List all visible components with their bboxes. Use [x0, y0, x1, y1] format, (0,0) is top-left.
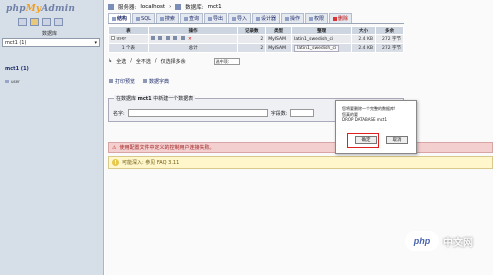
tab-designer[interactable]: 设计器	[251, 13, 280, 23]
with-selected-dropdown[interactable]: 选中项:	[213, 57, 240, 65]
table-row: user ✕ 2 MyISAM latin1_swedish_ci 2.4 KB…	[108, 34, 405, 44]
home-icon[interactable]	[18, 18, 27, 26]
watermark: php 中文网	[405, 231, 473, 251]
server-link[interactable]: localhost	[140, 4, 165, 10]
search-icon	[159, 16, 164, 21]
query-icon	[183, 16, 188, 21]
tab-drop[interactable]: 删除	[329, 13, 353, 23]
selection-controls: ↳ 全选 / 全不选 / 仅选择多余 选中项:	[108, 56, 404, 66]
table-header-row: 表 操作 记录数 类型 整理 大小 多余	[108, 26, 405, 35]
structure-icon	[112, 16, 116, 21]
designer-icon	[255, 16, 260, 21]
database-label: 数据库	[42, 31, 58, 37]
empty-icon[interactable]	[180, 36, 185, 40]
docs-icon[interactable]	[42, 18, 51, 26]
dialog-message: 您将要删除一个完整的数据库! 您真的要 DROP DATABASE mct1	[342, 106, 396, 122]
chevron-down-icon: ▾	[94, 39, 97, 46]
col-table[interactable]: 表	[108, 26, 149, 35]
ok-button-highlight	[347, 133, 379, 148]
col-type[interactable]: 类型	[265, 26, 293, 35]
deselect-all-link[interactable]: 全不选	[136, 58, 151, 65]
select-all-link[interactable]: 全选	[116, 58, 126, 65]
breadcrumb: 服务器: localhost › 数据库: mct1	[108, 2, 222, 11]
tab-privileges[interactable]: 权限	[305, 13, 329, 23]
table-name-input[interactable]	[127, 109, 268, 117]
operations-icon	[285, 16, 289, 21]
warning-icon: ⚠	[112, 144, 117, 151]
search-icon[interactable]	[165, 36, 170, 40]
summary-row: 1 个表 总计 2 MyISAM latin1_swedish_ci 2.4 K…	[108, 43, 405, 53]
help-icon[interactable]	[54, 18, 63, 26]
print-preview-link[interactable]: 打印预览	[109, 78, 135, 85]
tab-export[interactable]: 导出	[203, 13, 227, 23]
tab-bar: 结构 SQL 搜索 查询 导出 导入 设计器 操作 权限 删除	[108, 13, 404, 24]
phpmyadmin-logo[interactable]: phpMyAdmin	[6, 4, 75, 14]
tab-operations[interactable]: 操作	[281, 13, 305, 23]
sql-query-icon[interactable]	[30, 18, 39, 26]
insert-icon[interactable]	[173, 36, 178, 40]
table-name-link[interactable]: user	[116, 37, 126, 42]
delete-icon	[333, 16, 338, 21]
select-overhead-link[interactable]: 仅选择多余	[161, 58, 186, 65]
col-size[interactable]: 大小	[351, 26, 376, 35]
navigation-panel: phpMyAdmin 数据库 mct1 (1) ▾ mct1 (1) user	[0, 0, 104, 275]
col-collation[interactable]: 整理	[291, 26, 353, 35]
database-icon	[175, 3, 182, 10]
table-icon	[5, 80, 9, 83]
tab-query[interactable]: 查询	[179, 13, 203, 23]
sql-icon	[136, 16, 141, 21]
export-icon	[207, 16, 212, 21]
create-table-legend: 在数据库 mct1 中新建一个数据表	[114, 95, 196, 102]
arrow-up-icon: ↳	[108, 58, 113, 64]
data-dictionary-link[interactable]: 数据字典	[143, 78, 169, 85]
fields-count-input[interactable]	[290, 109, 315, 117]
col-records[interactable]: 记录数	[237, 26, 267, 35]
nav-icon-bar	[18, 18, 63, 26]
notice-message: ! 可能深入: 参见 FAQ 3.11	[108, 156, 493, 169]
error-message: ⚠ 使用配置文件中定义的控制用户连接失败。	[108, 142, 493, 153]
database-select[interactable]: mct1 (1) ▾	[2, 38, 100, 47]
col-action: 操作	[147, 26, 239, 35]
col-overhead[interactable]: 多余	[374, 26, 405, 35]
import-icon	[231, 16, 236, 21]
cancel-button[interactable]: 取消	[386, 136, 408, 144]
structure-icon[interactable]	[158, 36, 163, 40]
server-icon	[108, 3, 114, 10]
tab-structure[interactable]: 结构	[108, 13, 132, 23]
tab-import[interactable]: 导入	[227, 13, 251, 23]
privileges-icon	[309, 16, 314, 21]
row-checkbox[interactable]	[111, 36, 115, 41]
print-links: 打印预览 数据字典	[109, 78, 169, 85]
tables-list: 表 操作 记录数 类型 整理 大小 多余 user ✕ 2 MyISAM lat…	[108, 26, 405, 53]
php-logo: php	[405, 231, 439, 251]
info-icon: !	[112, 159, 119, 166]
tab-sql[interactable]: SQL	[132, 13, 155, 23]
table-link-user[interactable]: user	[5, 79, 20, 84]
current-db-link[interactable]: mct1 (1)	[5, 66, 29, 72]
database-link[interactable]: mct1	[208, 4, 222, 10]
drop-icon[interactable]: ✕	[188, 37, 192, 42]
tab-search[interactable]: 搜索	[155, 13, 179, 23]
browse-icon[interactable]	[150, 36, 155, 40]
